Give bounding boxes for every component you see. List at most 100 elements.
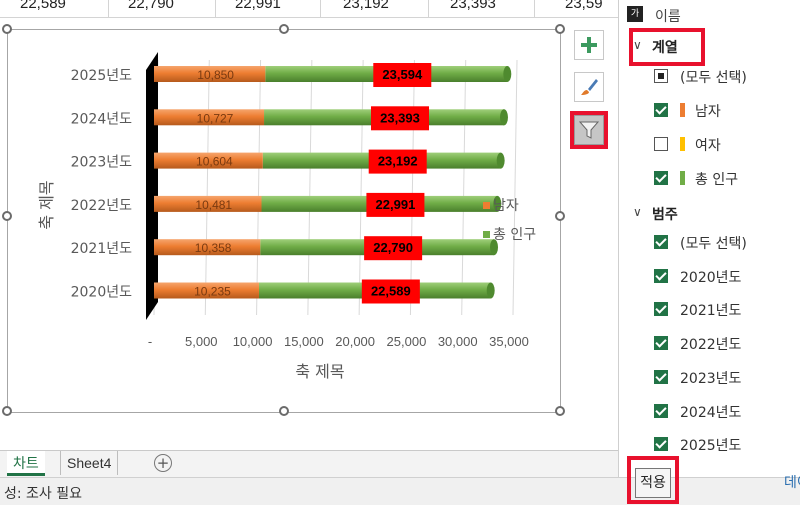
category-item-checkbox[interactable] bbox=[654, 235, 668, 249]
resize-handle[interactable] bbox=[555, 211, 565, 221]
category-item-label[interactable]: 2020년도 bbox=[680, 267, 741, 287]
category-section-title[interactable]: 범주 bbox=[652, 204, 678, 224]
y-category-label: 2025년도 bbox=[71, 68, 133, 84]
chart-elements-button[interactable] bbox=[574, 30, 604, 60]
legend-swatch-total bbox=[483, 231, 490, 238]
series-item-label[interactable]: 여자 bbox=[695, 135, 721, 155]
chart-styles-button[interactable] bbox=[574, 72, 604, 102]
series-item-checkbox[interactable] bbox=[654, 69, 668, 83]
highlight-box bbox=[627, 456, 679, 504]
cell-divider bbox=[534, 0, 535, 17]
category-item-checkbox[interactable] bbox=[654, 268, 668, 283]
tab-chart[interactable]: 차트 bbox=[7, 451, 45, 476]
series-item-checkbox[interactable] bbox=[654, 171, 668, 185]
cell-divider bbox=[215, 0, 216, 17]
y-category-label: 2022년도 bbox=[71, 198, 133, 214]
bar-end-cap bbox=[496, 152, 505, 169]
series-item-label[interactable]: 남자 bbox=[695, 101, 721, 121]
cell-value[interactable]: 23,393 bbox=[450, 0, 496, 12]
gridline bbox=[409, 59, 415, 316]
chart-object[interactable]: - 5,000 10,000 15,000 20,000 25,000 30,000 35,0… bbox=[2, 24, 565, 416]
status-bar: 성: 조사 필요 bbox=[0, 477, 800, 505]
cell-value[interactable]: 23,192 bbox=[343, 0, 389, 12]
chevron-down-icon[interactable]: ∨ bbox=[633, 205, 642, 219]
category-item-label[interactable]: 2025년도 bbox=[680, 435, 741, 455]
series-color-swatch bbox=[680, 171, 685, 185]
gridline bbox=[512, 59, 518, 316]
legend-swatch-men bbox=[483, 202, 490, 209]
data-label-men: 10,850 bbox=[197, 68, 234, 82]
data-label-total: 22,790 bbox=[373, 240, 413, 255]
resize-handle[interactable] bbox=[279, 406, 289, 416]
data-label-men: 10,604 bbox=[196, 155, 233, 169]
gridline bbox=[256, 59, 262, 316]
bar-end-cap bbox=[503, 66, 512, 82]
category-item-checkbox[interactable] bbox=[654, 403, 668, 418]
cell-divider bbox=[428, 0, 429, 17]
add-sheet-button[interactable]: + bbox=[154, 454, 172, 472]
x-axis-title: 축 제목 bbox=[295, 362, 344, 381]
plus-icon bbox=[581, 37, 597, 53]
highlight-box bbox=[629, 28, 705, 66]
resize-handle[interactable] bbox=[2, 406, 12, 416]
gridline bbox=[358, 59, 364, 316]
select-data-link[interactable]: 데이 bbox=[784, 472, 800, 492]
y-category-label: 2021년도 bbox=[71, 241, 133, 257]
tab-sheet4[interactable]: Sheet4 bbox=[60, 451, 119, 475]
y-category-label: 2020년도 bbox=[71, 285, 133, 301]
category-item-checkbox[interactable] bbox=[654, 437, 668, 452]
category-item-label[interactable]: (모두 선택) bbox=[680, 233, 747, 253]
x-tick-label: 15,000 bbox=[284, 334, 324, 349]
sheet-tab-bar: 차트 Sheet4 + bbox=[0, 450, 618, 477]
cell-value[interactable]: 22,790 bbox=[128, 0, 174, 12]
legend-label-total: 총 인구 bbox=[493, 227, 536, 243]
series-item-label[interactable]: 총 인구 bbox=[695, 169, 738, 189]
category-item-label[interactable]: 2024년도 bbox=[680, 402, 741, 422]
x-tick-label: 30,000 bbox=[438, 334, 478, 349]
series-item-checkbox[interactable] bbox=[654, 103, 668, 117]
cell-value[interactable]: 22,991 bbox=[235, 0, 281, 12]
data-label-men: 10,235 bbox=[194, 285, 231, 299]
category-item-label[interactable]: 2023년도 bbox=[680, 368, 741, 388]
name-icon: 가 bbox=[627, 6, 643, 22]
series-item-checkbox[interactable] bbox=[654, 137, 668, 151]
resize-handle[interactable] bbox=[279, 24, 289, 34]
x-tick-label: - bbox=[148, 334, 152, 349]
resize-handle[interactable] bbox=[555, 24, 565, 34]
cell-value[interactable]: 22,589 bbox=[20, 0, 66, 12]
series-color-swatch bbox=[680, 137, 685, 151]
x-tick-label: 35,000 bbox=[489, 334, 529, 349]
category-item-label[interactable]: 2022년도 bbox=[680, 334, 741, 354]
series-item-label[interactable]: (모두 선택) bbox=[680, 67, 747, 87]
category-item-checkbox[interactable] bbox=[654, 369, 668, 384]
resize-handle[interactable] bbox=[555, 406, 565, 416]
resize-handle[interactable] bbox=[2, 211, 12, 221]
x-tick-label: 25,000 bbox=[387, 334, 427, 349]
paintbrush-icon bbox=[581, 79, 598, 95]
bar-end-cap bbox=[499, 109, 508, 126]
data-label-total: 22,589 bbox=[371, 284, 411, 299]
cell-divider bbox=[108, 0, 109, 17]
cell-value[interactable]: 23,59 bbox=[565, 0, 603, 12]
worksheet-row: 22,589 22,790 22,991 23,192 23,393 23,59 bbox=[0, 0, 618, 18]
category-item-checkbox[interactable] bbox=[654, 302, 668, 317]
data-label-total: 23,192 bbox=[378, 154, 418, 169]
gridline bbox=[461, 59, 467, 316]
category-item-checkbox[interactable] bbox=[654, 336, 668, 351]
category-item-label[interactable]: 2021년도 bbox=[680, 300, 741, 320]
data-label-men: 10,358 bbox=[195, 241, 232, 255]
gridline bbox=[307, 59, 313, 316]
x-tick-label: 10,000 bbox=[233, 334, 273, 349]
status-text: 성: 조사 필요 bbox=[4, 486, 83, 502]
data-label-men: 10,727 bbox=[197, 111, 234, 125]
y-category-label: 2024년도 bbox=[71, 111, 133, 127]
series-color-swatch bbox=[680, 103, 685, 117]
x-tick-label: 5,000 bbox=[185, 334, 218, 349]
data-label-total: 22,991 bbox=[376, 197, 416, 212]
chart-side-wall bbox=[146, 52, 158, 320]
data-label-total: 23,393 bbox=[380, 110, 420, 125]
bar-end-cap bbox=[486, 282, 495, 299]
resize-handle[interactable] bbox=[2, 24, 12, 34]
chart-canvas: - 5,000 10,000 15,000 20,000 25,000 30,000 35,0… bbox=[37, 52, 536, 381]
